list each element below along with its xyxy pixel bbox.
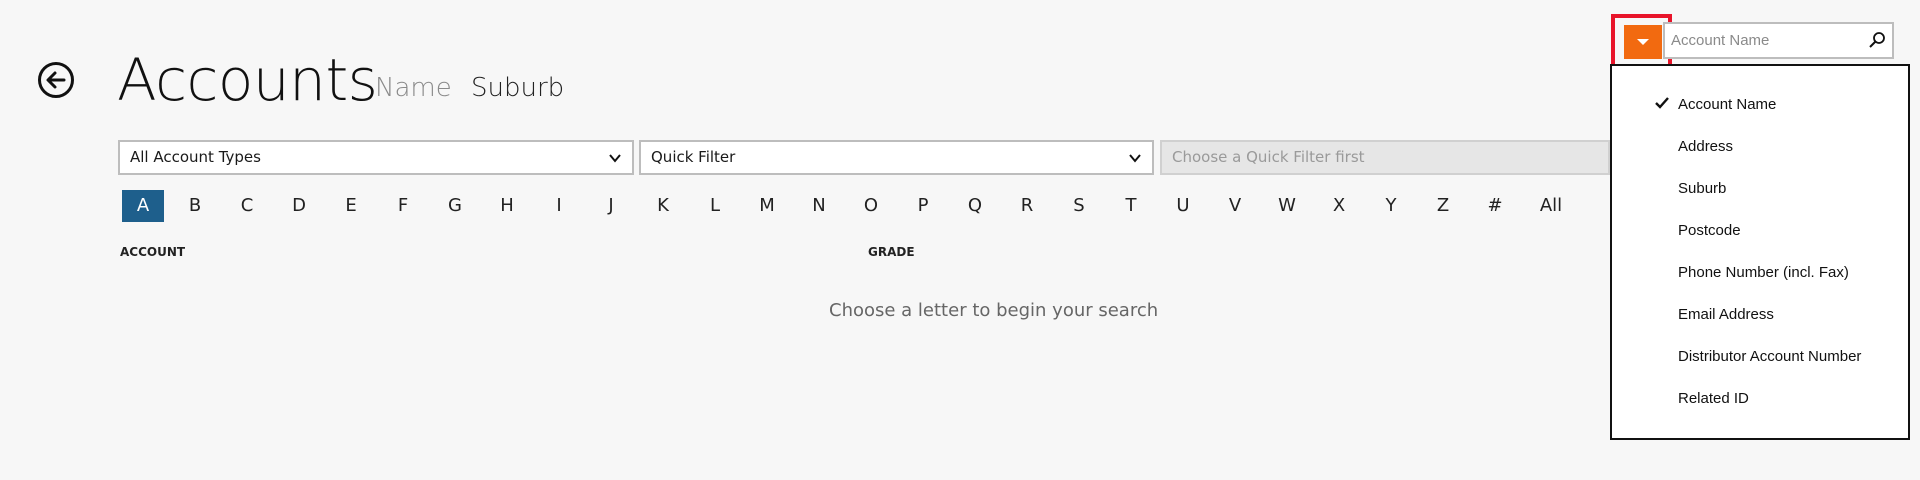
letter-o[interactable]: O <box>850 190 892 222</box>
back-button[interactable] <box>38 62 74 98</box>
letter-q[interactable]: Q <box>954 190 996 222</box>
empty-state-message: Choose a letter to begin your search <box>829 300 1159 321</box>
menu-item-distributor-account-number[interactable]: Distributor Account Number <box>1612 336 1908 378</box>
letter-y[interactable]: Y <box>1370 190 1412 222</box>
letter-r[interactable]: R <box>1006 190 1048 222</box>
account-types-select[interactable]: All Account Types <box>118 140 634 175</box>
letter-b[interactable]: B <box>174 190 216 222</box>
search-box[interactable] <box>1663 22 1894 59</box>
letter-c[interactable]: C <box>226 190 268 222</box>
account-types-value: All Account Types <box>130 148 261 166</box>
column-header-grade: GRADE <box>868 245 915 259</box>
menu-item-suburb[interactable]: Suburb <box>1612 168 1908 210</box>
letter-t[interactable]: T <box>1110 190 1152 222</box>
quick-filter-select[interactable]: Quick Filter <box>639 140 1154 175</box>
letter-v[interactable]: V <box>1214 190 1256 222</box>
letter-h[interactable]: H <box>486 190 528 222</box>
letter-n[interactable]: N <box>798 190 840 222</box>
letter-j[interactable]: J <box>590 190 632 222</box>
menu-item-related-id[interactable]: Related ID <box>1612 378 1908 420</box>
menu-item-label: Account Name <box>1678 96 1777 113</box>
letter-z[interactable]: Z <box>1422 190 1464 222</box>
menu-item-label: Address <box>1678 138 1734 155</box>
letter-g[interactable]: G <box>434 190 476 222</box>
menu-item-label: Distributor Account Number <box>1678 348 1862 365</box>
arrow-left-icon <box>46 71 66 89</box>
sort-option-suburb[interactable]: Suburb <box>471 71 564 105</box>
search-field-menu: Account Name Address Suburb Postcode Phone N… <box>1610 64 1910 440</box>
letter-m[interactable]: M <box>746 190 788 222</box>
quick-filter-value: Quick Filter <box>651 148 736 166</box>
menu-item-label: Email Address <box>1678 306 1774 323</box>
letter-w[interactable]: W <box>1266 190 1308 222</box>
menu-item-postcode[interactable]: Postcode <box>1612 210 1908 252</box>
quick-filter-value-placeholder: Choose a Quick Filter first <box>1172 148 1365 166</box>
quick-filter-value-field: Choose a Quick Filter first <box>1160 140 1610 175</box>
letter-u[interactable]: U <box>1162 190 1204 222</box>
letter-d[interactable]: D <box>278 190 320 222</box>
menu-item-account-name[interactable]: Account Name <box>1612 84 1908 126</box>
letter-k[interactable]: K <box>642 190 684 222</box>
menu-item-address[interactable]: Address <box>1612 126 1908 168</box>
letter-hash[interactable]: # <box>1474 190 1516 222</box>
menu-item-phone-number-incl-fax[interactable]: Phone Number (incl. Fax) <box>1612 252 1908 294</box>
column-header-account: ACCOUNT <box>120 245 186 259</box>
letter-a[interactable]: A <box>122 190 164 222</box>
menu-item-email-address[interactable]: Email Address <box>1612 294 1908 336</box>
sort-option-name[interactable]: Name <box>375 71 452 105</box>
chevron-down-icon <box>609 154 621 163</box>
letter-x[interactable]: X <box>1318 190 1360 222</box>
letter-all[interactable]: All <box>1526 190 1576 222</box>
menu-item-label: Related ID <box>1678 390 1749 407</box>
search-input[interactable] <box>1665 24 1861 57</box>
letter-i[interactable]: I <box>538 190 580 222</box>
page-title: Accounts <box>117 46 378 114</box>
search-icon[interactable] <box>1868 31 1886 49</box>
letter-f[interactable]: F <box>382 190 424 222</box>
menu-item-label: Postcode <box>1678 222 1741 239</box>
letter-s[interactable]: S <box>1058 190 1100 222</box>
menu-item-label: Phone Number (incl. Fax) <box>1678 264 1849 281</box>
checkmark-icon <box>1655 97 1669 109</box>
menu-item-label: Suburb <box>1678 180 1727 197</box>
letter-l[interactable]: L <box>694 190 736 222</box>
chevron-down-icon <box>1129 154 1141 163</box>
letter-p[interactable]: P <box>902 190 944 222</box>
letter-e[interactable]: E <box>330 190 372 222</box>
